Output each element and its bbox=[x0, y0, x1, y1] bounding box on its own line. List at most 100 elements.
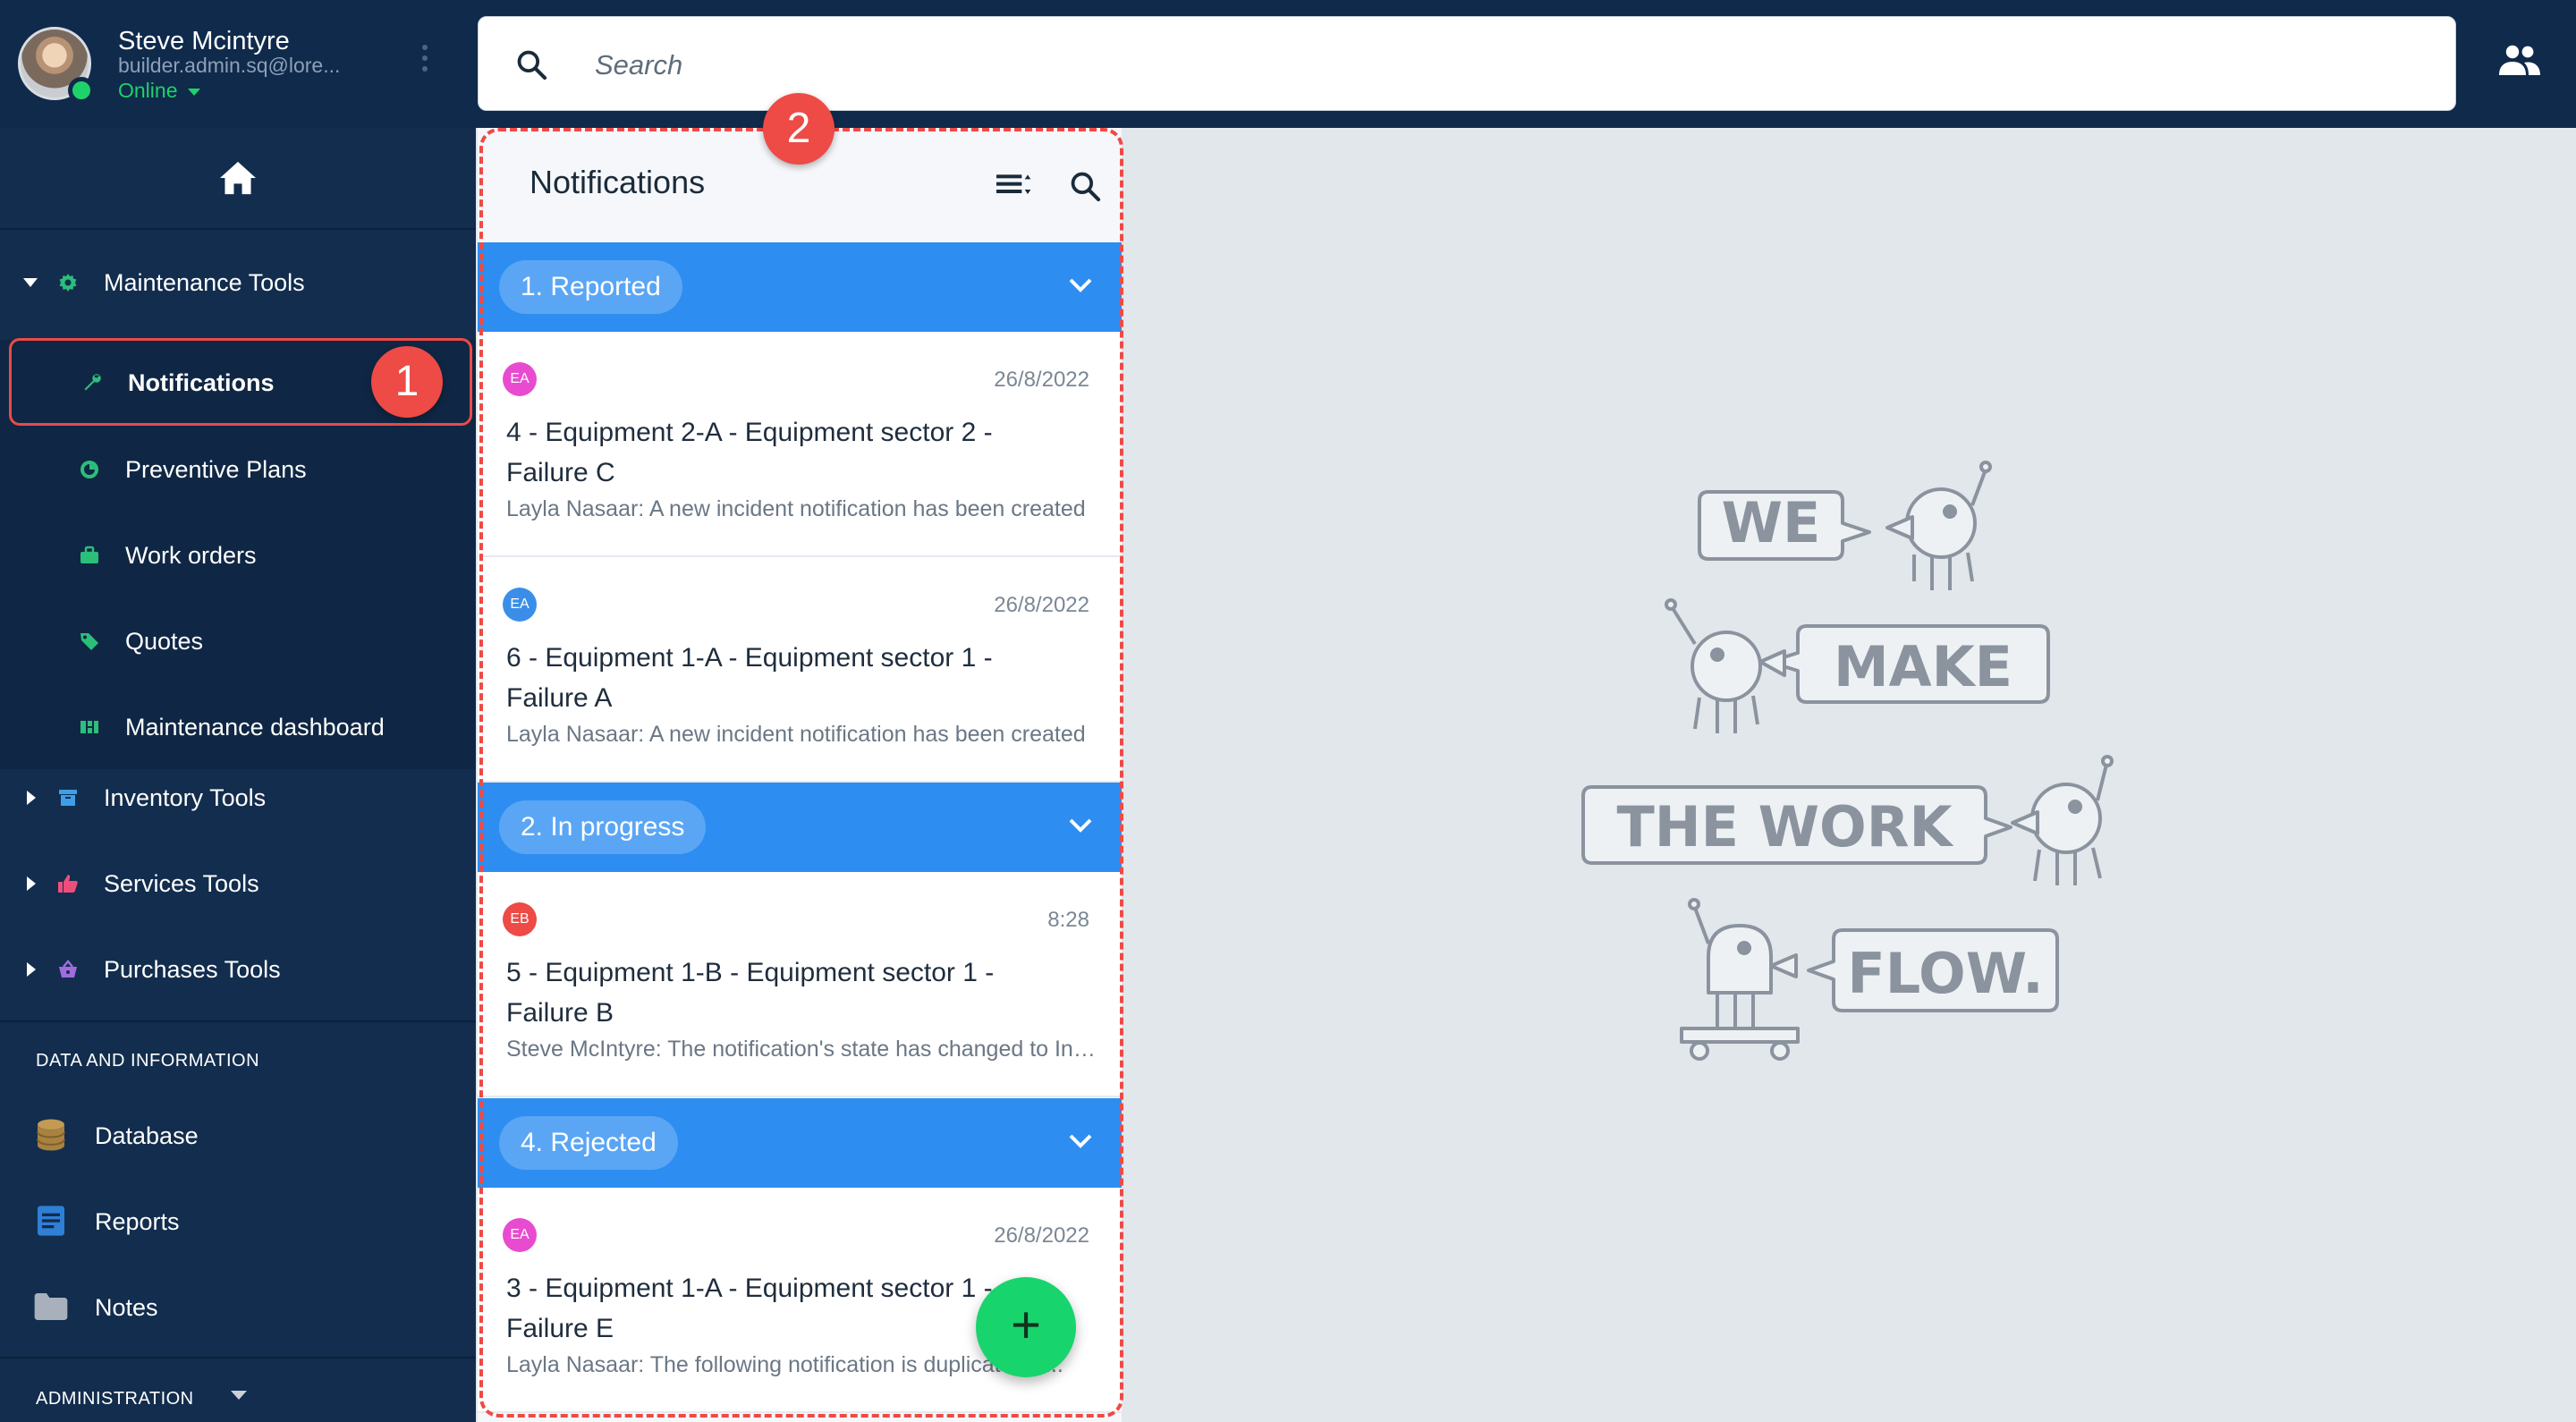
sidebar-item-notes[interactable]: Notes bbox=[0, 1265, 476, 1351]
user-profile[interactable]: Steve Mcintyre builder.admin.sq@lore... … bbox=[18, 27, 465, 107]
sidebar-group-label: Inventory Tools bbox=[104, 783, 267, 811]
global-search-bar[interactable]: Search bbox=[478, 16, 2456, 111]
divider bbox=[0, 1357, 476, 1359]
sidebar-group-purchases-tools[interactable]: Purchases Tools bbox=[0, 927, 476, 1012]
initials-avatar: EA bbox=[503, 362, 537, 396]
caret-right-icon bbox=[27, 962, 36, 977]
user-status-dropdown[interactable]: Online bbox=[118, 79, 201, 103]
sidebar-item-notifications[interactable]: Notifications 1 bbox=[9, 338, 472, 426]
sidebar-item-label: Preventive Plans bbox=[125, 456, 307, 483]
search-input[interactable]: Search bbox=[595, 49, 682, 81]
chevron-down-icon[interactable] bbox=[1068, 276, 1093, 294]
sidebar-item-database[interactable]: Database bbox=[0, 1094, 476, 1180]
sidebar-item-label: Database bbox=[95, 1122, 199, 1149]
we-make-the-work-flow-illustration: WE MAKE THE WORK FLOW. bbox=[1581, 461, 2114, 1061]
notification-item[interactable]: EA 26/8/2022 6 - Equipment 1-A - Equipme… bbox=[478, 557, 1122, 783]
maintenance-submenu: Notifications 1 Preventive Plans Work or… bbox=[0, 338, 476, 769]
divider bbox=[0, 1020, 476, 1022]
notification-date: 26/8/2022 bbox=[994, 368, 1089, 392]
illustration-word-2: MAKE bbox=[1834, 634, 2012, 699]
sidebar-item-label: Reports bbox=[95, 1208, 180, 1235]
group-header-in-progress[interactable]: 2. In progress bbox=[478, 783, 1122, 872]
notifications-panel: Notifications 1. Reported EA 26/8/2022 4… bbox=[478, 128, 1122, 1422]
caret-down-icon[interactable] bbox=[231, 1391, 247, 1400]
user-status-label: Online bbox=[118, 79, 178, 102]
callout-badge-1: 1 bbox=[371, 346, 443, 418]
online-status-dot bbox=[68, 77, 95, 104]
notification-title: 4 - Equipment 2-A - Equipment sector 2 -… bbox=[506, 418, 993, 487]
chevron-down-icon[interactable] bbox=[1068, 1132, 1093, 1150]
home-row[interactable] bbox=[0, 128, 476, 230]
group-label: 2. In progress bbox=[499, 800, 707, 854]
tag-icon bbox=[80, 633, 98, 650]
sidebar-group-inventory-tools[interactable]: Inventory Tools bbox=[0, 755, 476, 841]
sidebar-group-label: Maintenance Tools bbox=[104, 268, 305, 296]
section-title-administration[interactable]: ADMINISTRATION bbox=[36, 1389, 194, 1409]
sidebar-item-label: Notifications bbox=[128, 369, 275, 396]
illustration-word-1: WE bbox=[1722, 490, 1821, 555]
caret-right-icon bbox=[27, 791, 36, 805]
sidebar-group-maintenance-tools[interactable]: Maintenance Tools bbox=[0, 240, 476, 326]
notification-body: Layla Nasaar: A new incident notificatio… bbox=[506, 496, 1086, 521]
clock-icon bbox=[80, 461, 98, 478]
initials-avatar: EA bbox=[503, 588, 537, 622]
notification-title: 3 - Equipment 1-A - Equipment sector 1 -… bbox=[506, 1274, 993, 1343]
sidebar-item-quotes[interactable]: Quotes bbox=[0, 597, 476, 683]
gear-icon bbox=[59, 274, 77, 292]
wrench-icon bbox=[84, 374, 101, 391]
briefcase-icon bbox=[80, 546, 98, 563]
group-label: 1. Reported bbox=[499, 260, 682, 314]
sidebar-group-label: Services Tools bbox=[104, 869, 259, 897]
report-icon bbox=[38, 1206, 64, 1236]
user-email: builder.admin.sq@lore... bbox=[118, 54, 341, 77]
sidebar-item-preventive-plans[interactable]: Preventive Plans bbox=[0, 426, 476, 512]
notification-item[interactable]: EB 8:28 5 - Equipment 1-B - Equipment se… bbox=[478, 872, 1122, 1097]
basket-icon bbox=[59, 960, 77, 978]
notification-title: 6 - Equipment 1-A - Equipment sector 1 -… bbox=[506, 643, 993, 713]
chevron-down-icon[interactable] bbox=[1068, 817, 1093, 834]
search-icon[interactable] bbox=[1068, 169, 1102, 203]
section-title-data: DATA AND INFORMATION bbox=[36, 1051, 260, 1071]
sidebar-group-services-tools[interactable]: Services Tools bbox=[0, 841, 476, 927]
group-label: 4. Rejected bbox=[499, 1116, 678, 1170]
initials-avatar: EB bbox=[503, 902, 537, 936]
notification-body: Steve McIntyre: The notification's state… bbox=[506, 1037, 1097, 1062]
caret-down-icon bbox=[23, 278, 38, 287]
notification-title: 5 - Equipment 1-B - Equipment sector 1 -… bbox=[506, 958, 995, 1028]
home-icon[interactable] bbox=[218, 160, 258, 196]
add-notification-button[interactable]: + bbox=[976, 1277, 1076, 1377]
panel-title: Notifications bbox=[530, 164, 706, 200]
archive-icon bbox=[59, 790, 77, 806]
notification-body: Layla Nasaar: A new incident notificatio… bbox=[506, 722, 1086, 747]
sort-list-icon[interactable] bbox=[996, 171, 1032, 199]
illustration-word-3: THE WORK bbox=[1617, 794, 1954, 859]
notification-date: 8:28 bbox=[1047, 908, 1089, 932]
notification-item[interactable]: EA 26/8/2022 4 - Equipment 2-A - Equipme… bbox=[478, 332, 1122, 557]
people-icon[interactable] bbox=[2498, 43, 2541, 79]
sidebar-item-label: Quotes bbox=[125, 628, 204, 655]
caret-down-icon bbox=[188, 88, 201, 96]
search-icon bbox=[517, 50, 547, 80]
notification-date: 26/8/2022 bbox=[994, 1223, 1089, 1248]
sidebar: Maintenance Tools Notifications 1 Preven… bbox=[0, 128, 476, 1422]
sidebar-group-label: Purchases Tools bbox=[104, 955, 281, 983]
illustration-word-4: FLOW. bbox=[1847, 941, 2043, 1006]
sidebar-item-label: Maintenance dashboard bbox=[125, 714, 385, 741]
sidebar-item-work-orders[interactable]: Work orders bbox=[0, 512, 476, 597]
sidebar-item-label: Work orders bbox=[125, 542, 257, 569]
top-bar: Steve Mcintyre builder.admin.sq@lore... … bbox=[0, 0, 2576, 128]
group-header-rejected[interactable]: 4. Rejected bbox=[478, 1098, 1122, 1188]
user-name: Steve Mcintyre bbox=[118, 27, 290, 55]
sidebar-item-reports[interactable]: Reports bbox=[0, 1180, 476, 1265]
thumbs-up-icon bbox=[58, 875, 78, 893]
notification-date: 26/8/2022 bbox=[994, 593, 1089, 617]
caret-right-icon bbox=[27, 876, 36, 891]
group-header-reported[interactable]: 1. Reported bbox=[478, 242, 1122, 332]
initials-avatar: EA bbox=[503, 1218, 537, 1252]
database-icon bbox=[37, 1119, 65, 1151]
callout-badge-2: 2 bbox=[763, 93, 835, 165]
sidebar-item-label: Notes bbox=[95, 1294, 158, 1321]
folder-icon bbox=[34, 1293, 68, 1320]
more-vertical-icon[interactable] bbox=[420, 45, 429, 80]
dashboard-icon bbox=[80, 721, 98, 733]
